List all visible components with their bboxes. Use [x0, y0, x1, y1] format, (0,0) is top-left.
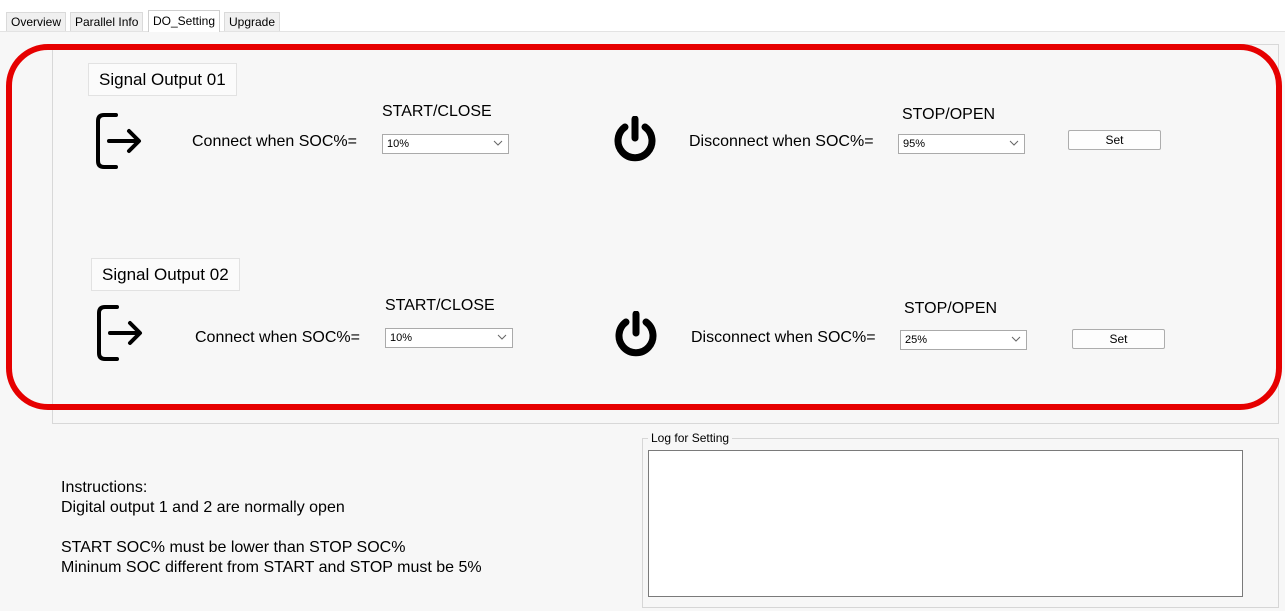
- instructions-text: Instructions: Digital output 1 and 2 are…: [61, 479, 482, 576]
- log-legend: Log for Setting: [648, 431, 733, 445]
- tab-upgrade[interactable]: Upgrade: [224, 12, 281, 31]
- log-textarea[interactable]: [648, 450, 1243, 597]
- tab-overview[interactable]: Overview: [6, 12, 67, 31]
- tab-parallel-info[interactable]: Parallel Info: [70, 12, 144, 31]
- highlight-outline: [6, 44, 1282, 410]
- tab-do-setting[interactable]: DO_Setting: [148, 10, 221, 32]
